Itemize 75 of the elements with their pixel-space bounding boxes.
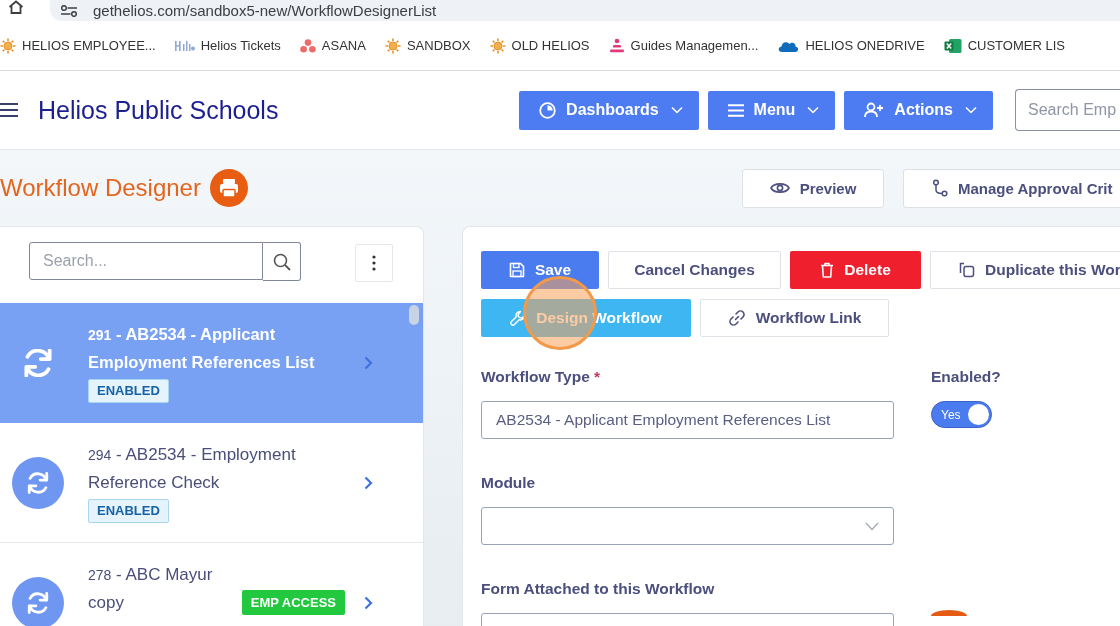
- app-title: Helios Public Schools: [38, 95, 279, 125]
- menu-icon: [727, 103, 744, 117]
- menu-icon[interactable]: [0, 103, 18, 117]
- nav-button[interactable]: Dashboards: [519, 90, 699, 130]
- printer-icon[interactable]: [209, 169, 248, 207]
- field-label: Form Attached to this Workflow: [481, 579, 716, 599]
- page-title: Workflow Designer: [0, 174, 201, 202]
- address-bar[interactable]: gethelios.com/sandbox5-new/WorkflowDesignerList: [50, 0, 1120, 21]
- duplicate-button[interactable]: Duplicate this Wor: [930, 251, 1120, 289]
- add-user-icon: [864, 102, 885, 118]
- bookmark-link[interactable]: HELIOS EMPLOYEE...: [0, 37, 156, 54]
- toggle-switch[interactable]: Yes: [931, 401, 992, 428]
- caret-icon: [965, 106, 977, 114]
- bookmark-link[interactable]: Guides Managemen...: [608, 37, 759, 54]
- chevron-right-icon: [364, 355, 373, 370]
- wrench-icon: [510, 310, 527, 326]
- pie-chart-icon: [539, 101, 557, 119]
- search-field[interactable]: Search...: [29, 242, 263, 280]
- round-button-icon[interactable]: [931, 610, 967, 616]
- sun-icon: [0, 37, 16, 54]
- bookmark-link[interactable]: ASANA: [299, 38, 366, 53]
- sliders-icon[interactable]: [60, 4, 78, 17]
- workflow-list-item[interactable]: 291 - AB2534 - Applicant Employment References List ENABLED: [0, 303, 423, 423]
- field-label: Module: [481, 473, 537, 493]
- url-text: gethelios.com/sandbox5-new/WorkflowDesignerList: [93, 2, 437, 19]
- chevron-down-icon: [865, 521, 879, 531]
- chevron-right-icon: [364, 475, 373, 490]
- copy-icon: [959, 262, 975, 278]
- search-button[interactable]: [263, 242, 301, 281]
- sync-icon: [11, 576, 64, 626]
- nav-button[interactable]: Actions: [844, 90, 993, 130]
- chevron-right-icon: [364, 595, 373, 610]
- sun-icon: [384, 37, 401, 54]
- manage-approval-button[interactable]: Manage Approval Crit: [903, 168, 1120, 208]
- sync-icon: [11, 456, 64, 509]
- preview-button[interactable]: Preview: [742, 168, 884, 208]
- workflow-title: 278 - ABC Mayur copy: [88, 564, 214, 614]
- sync-icon: [23, 348, 52, 377]
- vertical-dots-icon: [372, 255, 376, 271]
- trash-icon: [820, 262, 835, 278]
- nav-button[interactable]: Menu: [707, 90, 836, 130]
- bookmark-link[interactable]: SANDBOX: [384, 37, 471, 54]
- bookmark-link[interactable]: Helios Tickets: [174, 38, 281, 53]
- status-badge: ENABLED: [88, 499, 169, 523]
- caret-icon: [807, 106, 820, 114]
- link-icon: [727, 309, 746, 327]
- branch-icon: [932, 179, 948, 197]
- input-field[interactable]: AB2534 - Applicant Employment References List: [481, 401, 894, 439]
- bookmark-link[interactable]: HELIOS ONEDRIVE: [777, 38, 925, 53]
- spreadsheet-icon: [943, 37, 962, 54]
- dropdown-field[interactable]: [481, 507, 894, 545]
- search-icon: [272, 252, 291, 271]
- stacked-bars-icon: [608, 37, 625, 54]
- field-label: Workflow Type *: [481, 367, 602, 387]
- caret-icon: [670, 106, 683, 114]
- home-icon[interactable]: [8, 0, 24, 14]
- delete-button[interactable]: Delete: [790, 251, 921, 289]
- status-badge: ENABLED: [88, 379, 169, 403]
- search-field[interactable]: Search Emp: [1015, 89, 1120, 131]
- cancel-button[interactable]: Cancel Changes: [608, 251, 781, 289]
- save-button[interactable]: Save: [481, 251, 599, 289]
- bookmark-link[interactable]: CUSTOMER LIS: [943, 37, 1065, 54]
- workflow-title: 291 - AB2534 - Applicant Employment References List: [88, 324, 316, 373]
- workflow-link-button[interactable]: Workflow Link: [700, 299, 889, 337]
- more-options-button[interactable]: [355, 244, 393, 282]
- logo-icon: [174, 39, 195, 52]
- eye-icon: [769, 181, 790, 195]
- bookmark-link[interactable]: OLD HELIOS: [489, 37, 590, 54]
- three-dots-icon: [299, 38, 316, 53]
- access-tag: EMP ACCESS: [241, 590, 345, 615]
- workflow-title: 294 - AB2534 - Employment Reference Check: [88, 444, 297, 494]
- save-icon: [508, 262, 525, 278]
- sun-icon: [489, 37, 506, 54]
- scrollbar-thumb[interactable]: [409, 305, 419, 325]
- field-label: Enabled?: [931, 367, 1002, 387]
